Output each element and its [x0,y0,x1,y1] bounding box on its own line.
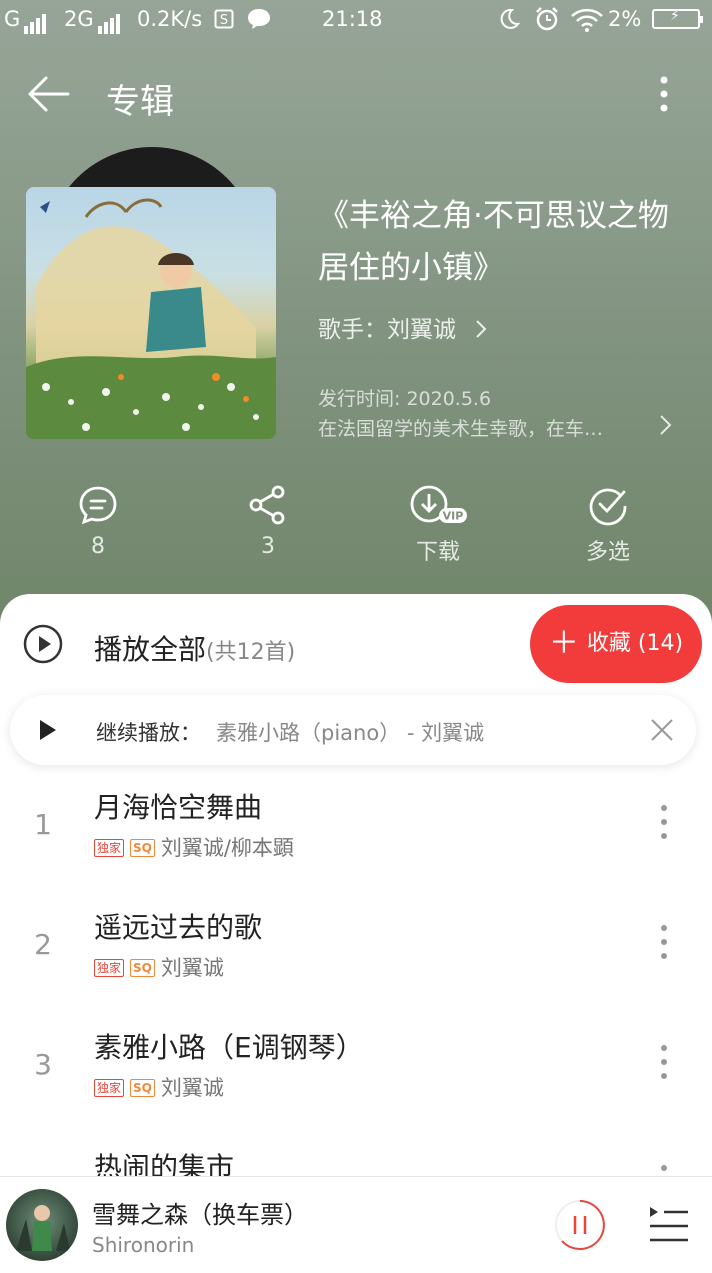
track-artist: 刘翼诚 [160,1076,224,1100]
share-icon [249,485,285,525]
multi-select-label: 多选 [585,540,630,565]
sq-badge: SQ [130,959,155,977]
track-count: (共12首) [206,640,296,665]
play-all-icon[interactable] [22,623,64,665]
resume-label: 继续播放： [96,721,201,745]
plus-icon: ＋ [548,626,579,661]
close-icon[interactable] [650,718,674,742]
chevron-right-icon [476,320,487,338]
carrier-1: G [4,7,21,31]
mini-player[interactable]: 雪舞之森（换车票） Shironorin [0,1176,712,1273]
track-title: 素雅小路（E调钢琴） [94,1031,364,1064]
message-icon [248,9,270,29]
clock: 21:18 [322,7,383,31]
description-chevron-icon[interactable] [656,412,676,438]
download-label: 下载 [415,540,460,565]
collect-button[interactable]: ＋ 收藏 (14) [530,605,702,683]
track-title: 月海恰空舞曲 [94,791,263,824]
moon-icon [500,8,520,29]
app-s-icon: S [214,9,234,29]
now-playing-artist: Shironorin [92,1233,195,1257]
play-all-label: 播放全部 [94,633,207,666]
svg-text:VIP: VIP [443,510,464,523]
track-row[interactable]: 2 遥远过去的歌 独家 SQ 刘翼诚 [0,888,712,1006]
now-playing-artwork[interactable] [6,1189,78,1261]
track-more-icon[interactable] [654,802,674,842]
track-number: 1 [34,808,52,841]
download-button[interactable]: VIP 下载 [383,484,493,566]
network-speed: 0.2K/s [137,7,203,31]
track-number: 2 [34,928,52,961]
signal-icon [24,10,48,34]
exclusive-badge: 独家 [94,1079,125,1097]
now-playing-title: 雪舞之森（换车票） [92,1201,308,1229]
track-row[interactable]: 1 月海恰空舞曲 独家 SQ 刘翼诚/柳本顕 [0,768,712,886]
comment-icon [79,486,117,525]
back-arrow-icon[interactable] [24,72,74,116]
track-more-icon[interactable] [654,1042,674,1082]
track-row[interactable]: 3 素雅小路（E调钢琴） 独家 SQ 刘翼诚 [0,1008,712,1126]
comment-button[interactable]: 8 [43,484,153,559]
release-date: 发行时间: 2020.5.6 [318,388,492,410]
share-count: 3 [261,534,275,559]
multi-select-button[interactable]: 多选 [553,484,663,566]
sq-badge: SQ [130,839,155,857]
track-artist: 刘翼诚/柳本顕 [160,836,294,860]
track-row[interactable]: 热闹的集市 [0,1128,712,1176]
play-all-button[interactable]: 播放全部(共12首) [94,628,295,668]
playlist-queue-icon[interactable] [648,1205,690,1245]
comment-count: 8 [91,534,105,559]
track-more-icon[interactable] [654,1162,674,1176]
album-cover[interactable] [26,187,276,439]
artist-link[interactable]: 歌手：刘翼诚 [318,310,489,344]
page-title: 专辑 [106,82,174,122]
resume-playback-bar[interactable]: 继续播放： 素雅小路（piano） - 刘翼诚 [10,695,696,765]
battery-icon: ⚡ [652,8,703,29]
alarm-icon [536,7,558,31]
share-button[interactable]: 3 [213,484,323,559]
track-number: 3 [34,1048,52,1081]
collect-label: 收藏 (14) [586,631,684,656]
track-title: 遥远过去的歌 [94,911,263,944]
album-title: 《丰裕之角·不可思议之物居住的小镇》 [318,198,669,286]
artist-label: 歌手：刘翼诚 [318,317,456,343]
pause-icon[interactable] [554,1199,606,1251]
status-bar: G 2G 0.2K/s S 21:18 2% ⚡ [0,0,712,40]
track-title: 热闹的集市 [94,1151,235,1176]
svg-text:S: S [220,13,228,28]
track-more-icon[interactable] [654,922,674,962]
album-description[interactable]: 在法国留学的美术生幸歌，在车… [318,414,658,441]
carrier-2: 2G [64,7,94,31]
sq-badge: SQ [130,1079,155,1097]
play-icon[interactable] [38,718,58,742]
signal-2-icon [98,10,122,34]
artwork-figure [16,1205,70,1251]
more-options-icon[interactable] [648,72,680,116]
app-header: 专辑 [0,60,712,130]
exclusive-badge: 独家 [94,839,125,857]
resume-track: 素雅小路（piano） - 刘翼诚 [216,721,485,745]
track-artist: 刘翼诚 [160,956,224,980]
download-vip-icon: VIP [410,485,467,523]
multi-select-icon [589,488,627,526]
cover-artwork [26,198,276,439]
exclusive-badge: 独家 [94,959,125,977]
battery-percent: 2% [608,7,642,31]
wifi-icon [571,8,603,32]
